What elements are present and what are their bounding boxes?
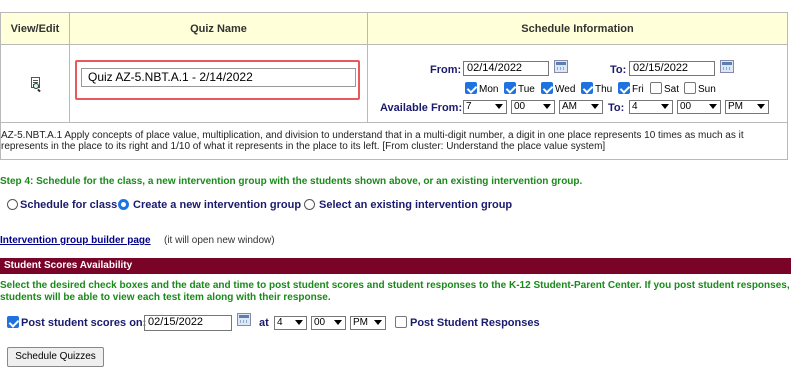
available-from-label: Available From: — [380, 102, 463, 114]
from-ampm-select[interactable]: AM — [559, 100, 603, 114]
day-mon-label: Mon — [479, 84, 499, 95]
from-hour-select[interactable]: 7 — [463, 100, 507, 114]
day-wed-checkbox[interactable] — [541, 82, 553, 94]
quiz-name-input[interactable]: Quiz AZ-5.NBT.A.1 - 2/14/2022 — [81, 68, 356, 87]
radio-select-existing-group[interactable] — [304, 199, 315, 210]
from-date-input[interactable]: 02/14/2022 — [463, 61, 549, 76]
day-sat-label: Sat — [664, 84, 680, 95]
post-at-label: at — [259, 317, 269, 329]
day-mon-checkbox[interactable] — [465, 82, 477, 94]
student-scores-banner: Student Scores Availability — [0, 258, 791, 274]
available-to-label: To: — [608, 102, 625, 114]
post-scores-date-input[interactable]: 02/15/2022 — [144, 315, 232, 331]
post-responses-label: Post Student Responses — [410, 317, 540, 329]
post-responses-checkbox[interactable] — [395, 316, 407, 328]
day-sat-checkbox[interactable] — [650, 82, 662, 94]
day-fri-label: Fri — [632, 84, 644, 95]
quiz-schedule-table: View/Edit Quiz Name Schedule Information… — [0, 12, 788, 160]
to-date-input[interactable]: 02/15/2022 — [629, 61, 715, 76]
post-ampm-select[interactable]: PM — [350, 316, 386, 330]
post-scores-calendar-icon[interactable] — [237, 313, 251, 326]
schedule-cell: From: 02/14/2022 To: 02/15/2022 Mon Tue … — [367, 44, 788, 123]
step4-instructions: Step 4: Schedule for the class, a new in… — [0, 176, 583, 187]
day-tue-checkbox[interactable] — [504, 82, 516, 94]
post-hour-select[interactable]: 4 — [274, 316, 307, 330]
view-edit-cell — [0, 44, 70, 123]
post-minute-select[interactable]: 00 — [311, 316, 346, 330]
radio-label-create-new-group: Create a new intervention group — [133, 199, 302, 211]
day-wed-label: Wed — [555, 84, 576, 95]
to-calendar-icon[interactable] — [720, 60, 734, 73]
day-thu-label: Thu — [595, 84, 613, 95]
view-quiz-icon[interactable] — [28, 76, 42, 91]
from-minute-select[interactable]: 00 — [511, 100, 555, 114]
schedule-quizzes-button[interactable]: Schedule Quizzes — [7, 347, 104, 367]
header-schedule-info: Schedule Information — [367, 12, 788, 45]
to-ampm-select[interactable]: PM — [725, 100, 769, 114]
intervention-group-builder-link[interactable]: Intervention group builder page — [0, 235, 151, 246]
from-calendar-icon[interactable] — [554, 60, 568, 73]
to-label: To: — [610, 64, 627, 76]
post-scores-label: Post student scores on: — [21, 317, 147, 329]
standard-description: AZ-5.NBT.A.1 Apply concepts of place val… — [0, 122, 788, 160]
header-view-edit: View/Edit — [0, 12, 70, 45]
radio-create-new-group[interactable] — [118, 199, 129, 210]
day-thu-checkbox[interactable] — [581, 82, 593, 94]
header-quiz-name: Quiz Name — [69, 12, 368, 45]
day-tue-label: Tue — [518, 84, 535, 95]
radio-label-select-existing-group: Select an existing intervention group — [319, 199, 513, 211]
radio-schedule-for-class[interactable] — [7, 199, 18, 210]
quiz-name-cell: Quiz AZ-5.NBT.A.1 - 2/14/2022 — [69, 44, 368, 123]
to-minute-select[interactable]: 00 — [677, 100, 721, 114]
post-scores-checkbox[interactable] — [7, 316, 19, 328]
day-sun-checkbox[interactable] — [684, 82, 696, 94]
student-scores-instructions: Select the desired check boxes and the d… — [0, 280, 790, 303]
day-fri-checkbox[interactable] — [618, 82, 630, 94]
link-note: (it will open new window) — [164, 235, 275, 246]
from-label: From: — [430, 64, 462, 76]
day-sun-label: Sun — [698, 84, 716, 95]
to-hour-select[interactable]: 4 — [629, 100, 673, 114]
radio-label-schedule-for-class: Schedule for class — [20, 199, 118, 211]
